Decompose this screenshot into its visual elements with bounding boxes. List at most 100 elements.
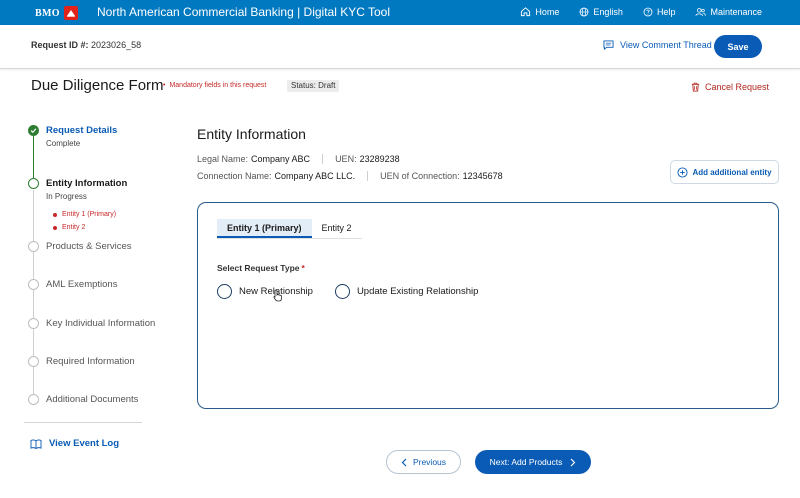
view-event-log-label: View Event Log [49,438,120,449]
mandatory-dot-icon: • [163,82,166,89]
step-label: Request Details [46,125,118,136]
help-icon [643,7,653,16]
step-required-information[interactable]: Required Information [28,356,135,367]
app-title: North American Commercial Banking | Digi… [97,5,391,19]
previous-label: Previous [412,457,447,467]
nav-language-label: English [593,6,623,17]
request-header: Request ID #: 2023026_58 View Comment Th… [0,25,800,69]
request-type-label: Select Request Type * [217,263,305,273]
error-dot-icon [53,225,57,230]
uen-connection-label: UEN of Connection: [380,171,460,181]
pending-step-circle-icon [28,394,39,405]
trash-icon [691,82,700,92]
nav-language[interactable]: English [579,7,623,17]
chevron-right-icon [570,458,576,466]
radio-circle-icon [334,284,350,299]
substep-label: Entity 1 (Primary) [62,211,117,218]
stepper-connector-pending [33,190,34,402]
pending-step-circle-icon [28,279,39,290]
nav-home[interactable]: Home [520,6,559,17]
step-aml-exemptions[interactable]: AML Exemptions [28,279,117,290]
request-id-value: 2023026_58 [91,40,142,50]
step-label: AML Exemptions [46,279,118,290]
pending-step-circle-icon [28,318,39,329]
radio-label: Update Existing Relationship [356,286,479,297]
step-sublabel: Complete [46,139,81,148]
uen-connection-value: 12345678 [462,171,503,181]
nav-home-label: Home [535,6,560,17]
plus-circle-icon [677,166,688,178]
info-separator [322,154,324,164]
request-type-radio-group: New Relationship Update Existing Relatio… [217,284,500,299]
step-label: Additional Documents [46,394,139,405]
step-products-services[interactable]: Products & Services [28,241,132,252]
connection-name-value: Company ABC LLC. [274,171,356,181]
view-event-log-link[interactable]: View Event Log [30,438,119,449]
chevron-left-icon [401,458,407,466]
nav-maintenance[interactable]: Maintenance [695,7,762,17]
comment-icon [603,40,614,50]
radio-new-relationship[interactable]: New Relationship [217,284,313,299]
home-icon [521,7,531,17]
request-type-label-text: Select Request Type [217,263,300,273]
step-request-details[interactable]: Request Details Complete [28,125,117,148]
tab-entity-2[interactable]: Entity 2 [312,219,362,238]
step-label: Required Information [46,356,135,367]
next-label: Next: Add Products [489,457,563,467]
substep-entity-1[interactable]: Entity 1 (Primary) [53,211,116,218]
step-entity-information[interactable]: Entity Information In Progress [28,178,127,201]
add-additional-entity-button[interactable]: Add additional entity [670,160,779,184]
tab-entity-1-primary[interactable]: Entity 1 (Primary) [217,219,312,238]
request-id: Request ID #: 2023026_58 [31,40,141,50]
bmo-logo[interactable]: BMO [35,6,78,20]
uen-value: 23289238 [359,154,400,164]
radio-circle-icon [217,284,232,299]
error-dot-icon [53,212,57,217]
uen-label: UEN: [335,154,357,164]
required-asterisk: * [301,263,305,273]
pending-step-circle-icon [28,241,39,252]
stepper-divider [24,422,142,423]
cancel-request-button[interactable]: Cancel Request [691,82,769,92]
logo-text: BMO [35,7,60,19]
cancel-request-label: Cancel Request [705,82,770,92]
page-title: Due Diligence Form [31,77,164,94]
request-id-label: Request ID #: [31,40,89,50]
view-comment-thread-link[interactable]: View Comment Thread [603,40,712,50]
mandatory-fields-note: • Mandatory fields in this request [163,82,266,89]
entity-tabs: Entity 1 (Primary) Entity 2 [217,219,362,239]
step-label: Entity Information [46,178,128,189]
step-key-individual-information[interactable]: Key Individual Information [28,318,155,329]
step-label: Key Individual Information [46,318,156,329]
step-additional-documents[interactable]: Additional Documents [28,394,138,405]
nav-maintenance-label: Maintenance [710,6,762,17]
bmo-roundel-icon [63,6,78,20]
section-title: Entity Information [197,126,306,142]
users-icon [695,7,707,16]
nav-help[interactable]: Help [643,6,676,17]
substep-entity-2[interactable]: Entity 2 [53,224,85,231]
step-sublabel: In Progress [46,192,87,201]
book-icon [30,439,42,449]
legal-name-label: Legal Name: [197,154,249,164]
previous-button[interactable]: Previous [386,450,461,474]
top-navigation-bar: BMO North American Commercial Banking | … [0,0,800,25]
save-button[interactable]: Save [714,35,762,58]
view-comment-thread-label: View Comment Thread [620,40,712,50]
status-badge: Status: Draft [287,80,340,92]
hand-cursor-icon [273,289,283,302]
radio-update-existing-relationship[interactable]: Update Existing Relationship [334,284,479,299]
active-step-circle-icon [28,178,39,189]
info-separator [367,171,369,181]
pending-step-circle-icon [28,356,39,367]
add-additional-entity-label: Add additional entity [692,167,772,177]
legal-name-value: Company ABC [251,154,311,164]
nav-help-label: Help [656,6,676,17]
entity-info-row-2: Connection Name: Company ABC LLC. UEN of… [197,171,503,181]
check-circle-icon [28,125,39,136]
mandatory-fields-text: Mandatory fields in this request [169,82,267,89]
substep-label: Entity 2 [62,224,86,231]
next-add-products-button[interactable]: Next: Add Products [475,450,591,474]
globe-icon [579,7,589,16]
entity-info-row-1: Legal Name: Company ABC UEN: 23289238 [197,154,400,164]
